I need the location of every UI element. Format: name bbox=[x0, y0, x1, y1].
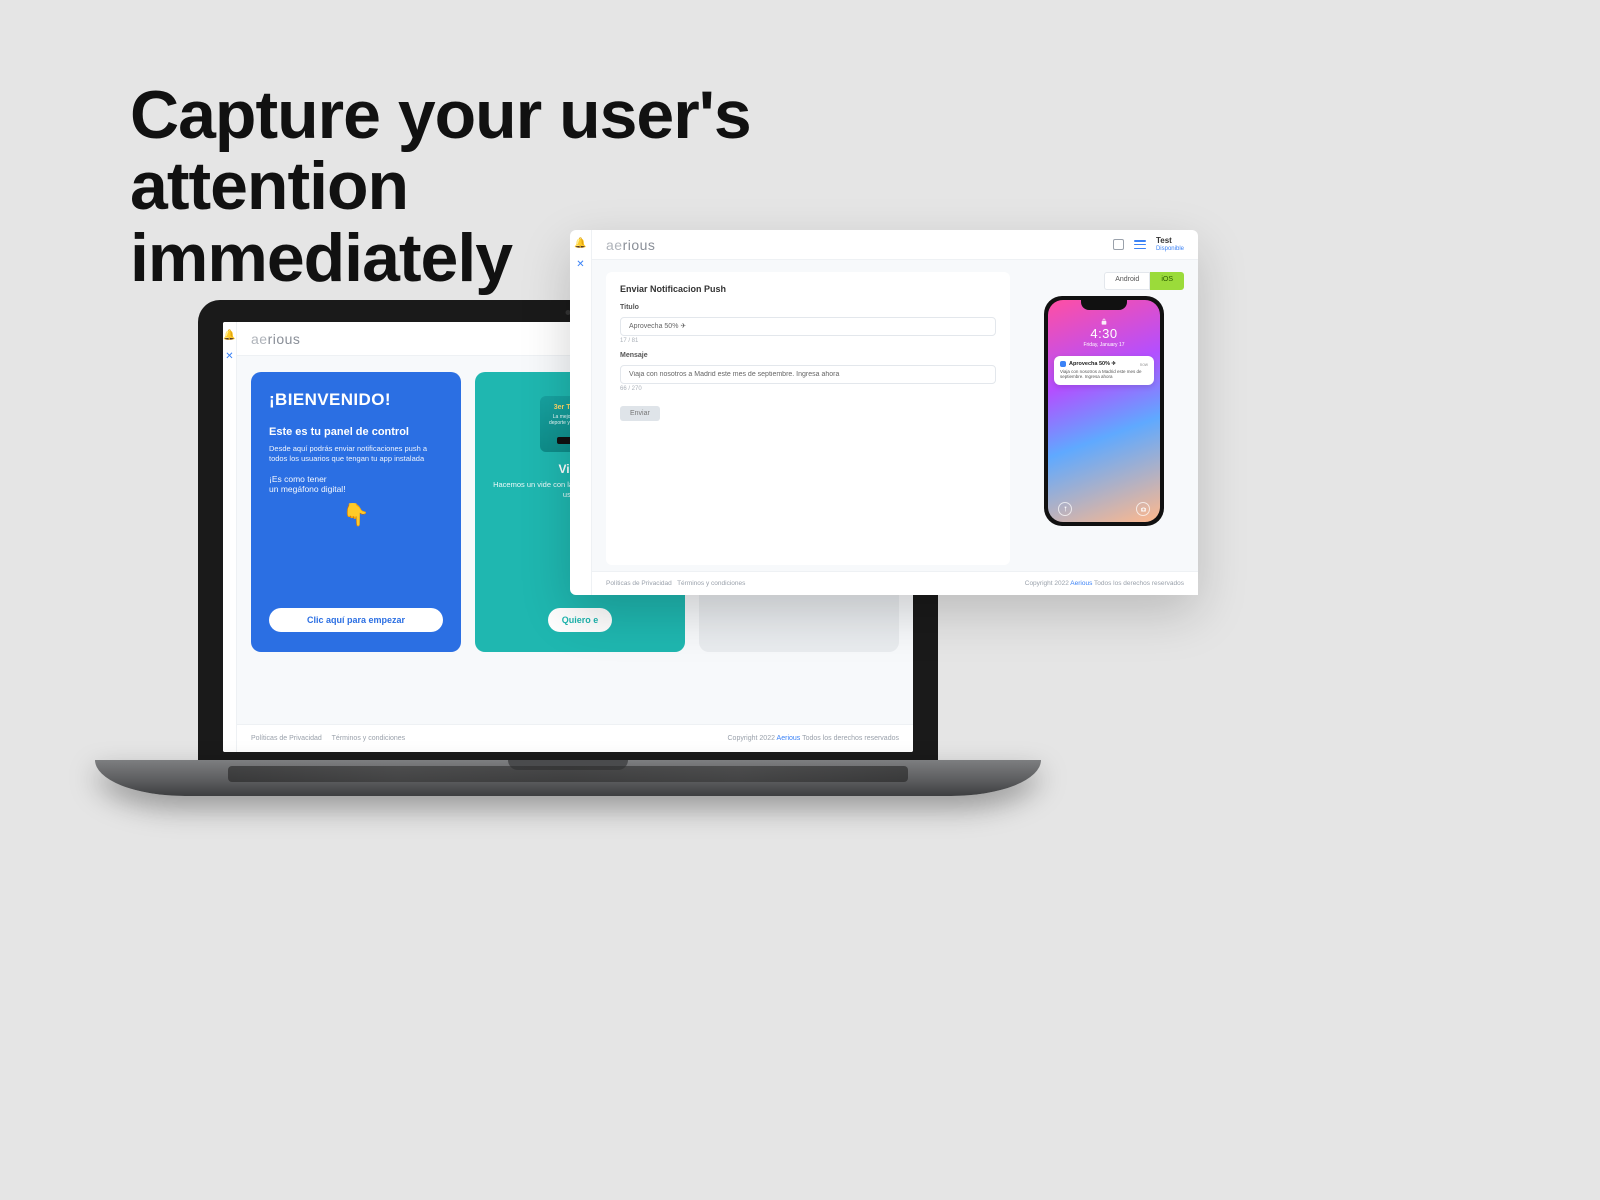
welcome-tagline: ¡Es como tener un megáfono digital! bbox=[269, 474, 443, 494]
app-icon bbox=[1060, 361, 1066, 367]
start-button[interactable]: Clic aquí para empezar bbox=[269, 608, 443, 632]
footer-brand-link[interactable]: Aerious bbox=[1070, 580, 1092, 587]
welcome-card: ¡BIENVENIDO! Este es tu panel de control… bbox=[251, 372, 461, 652]
welcome-body: Desde aquí podrás enviar notificaciones … bbox=[269, 444, 443, 464]
brand-logo: aerious bbox=[251, 331, 300, 347]
title-input[interactable] bbox=[620, 317, 996, 336]
bell-icon[interactable]: 🔔 bbox=[223, 330, 235, 341]
flashlight-icon bbox=[1058, 502, 1072, 516]
terms-link[interactable]: Términos y condiciones bbox=[677, 580, 745, 587]
title-label: Titulo bbox=[620, 304, 996, 311]
footer-brand-link[interactable]: Aerious bbox=[777, 735, 801, 742]
bell-icon[interactable]: 🔔 bbox=[574, 238, 586, 249]
privacy-link[interactable]: Políticas de Privacidad bbox=[606, 580, 672, 587]
message-input[interactable] bbox=[620, 365, 996, 384]
close-icon[interactable]: ✕ bbox=[576, 259, 584, 270]
menu-icon[interactable] bbox=[1134, 240, 1146, 249]
pointing-hand-icon: 👇 bbox=[342, 502, 369, 528]
phone-preview: 4:30 Friday, January 17 Aprovecha 50% ✈ … bbox=[1044, 296, 1164, 526]
dashboard-footer: Políticas de Privacidad Términos y condi… bbox=[237, 724, 913, 752]
message-label: Mensaje bbox=[620, 352, 996, 359]
form-section-title: Enviar Notificacion Push bbox=[620, 284, 996, 294]
push-footer: Políticas de Privacidad Términos y condi… bbox=[592, 571, 1198, 595]
push-sidebar: 🔔 ✕ bbox=[570, 230, 592, 595]
expand-icon[interactable] bbox=[1113, 239, 1124, 250]
video-cta-button[interactable]: Quiero e bbox=[548, 608, 613, 632]
privacy-link[interactable]: Políticas de Privacidad bbox=[251, 735, 322, 742]
terms-link[interactable]: Términos y condiciones bbox=[332, 735, 406, 742]
camera-icon bbox=[1136, 502, 1150, 516]
phone-time: 4:30 bbox=[1048, 326, 1160, 341]
close-icon[interactable]: ✕ bbox=[225, 351, 233, 362]
push-topbar: aerious Test Disponible bbox=[592, 230, 1198, 260]
tab-android[interactable]: Android bbox=[1104, 272, 1150, 290]
tab-ios[interactable]: iOS bbox=[1150, 272, 1184, 290]
lock-icon bbox=[1100, 314, 1108, 324]
welcome-title: ¡BIENVENIDO! bbox=[269, 390, 443, 410]
welcome-subtitle: Este es tu panel de control bbox=[269, 426, 443, 438]
push-editor-window: 🔔 ✕ aerious Test Disponible Enviar Notif… bbox=[570, 230, 1198, 595]
user-menu[interactable]: Test Disponible bbox=[1156, 237, 1184, 252]
phone-date: Friday, January 17 bbox=[1048, 342, 1160, 348]
push-form: Enviar Notificacion Push Titulo 17 / 81 … bbox=[606, 272, 1010, 565]
title-counter: 17 / 81 bbox=[620, 338, 996, 344]
notification-preview: Aprovecha 50% ✈ now Viaja con nosotros a… bbox=[1054, 356, 1154, 385]
brand-logo: aerious bbox=[606, 237, 655, 253]
dashboard-sidebar: 🔔 ✕ bbox=[223, 322, 237, 752]
message-counter: 66 / 270 bbox=[620, 386, 996, 392]
send-button[interactable]: Enviar bbox=[620, 406, 660, 421]
preview-column: Android iOS 4:30 Friday, January 17 Apro… bbox=[1024, 272, 1184, 565]
